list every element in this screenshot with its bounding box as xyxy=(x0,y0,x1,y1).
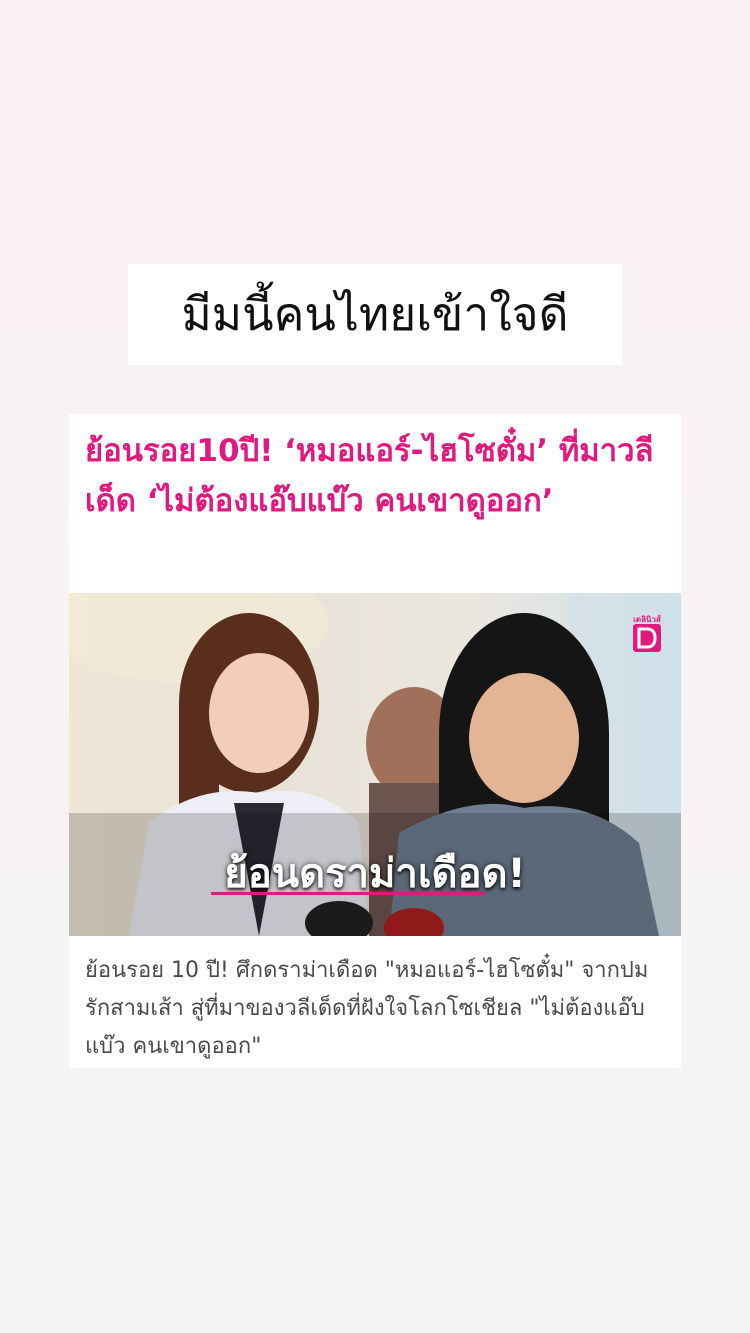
news-card[interactable]: ย้อนรอย10ปี! ‘หมอแอร์-ไฮโซตั๋ม’ ที่มาวลี… xyxy=(69,414,681,1068)
headline-text: มีมนี้คนไทยเข้าใจดี xyxy=(181,287,569,341)
image-caption: ย้อนดราม่าเดือด! xyxy=(224,851,526,897)
news-card-image[interactable]: เดลินิวส์ ย้อนดราม่าเดือด! xyxy=(69,593,681,936)
brand-logo: เดลินิวส์ xyxy=(629,613,665,659)
news-card-description: ย้อนรอย 10 ปี! ศึกดราม่าเดือด "หมอแอร์-ไ… xyxy=(85,958,649,1059)
headline-banner: มีมนี้คนไทยเข้าใจดี xyxy=(128,264,622,365)
caption-underline xyxy=(211,892,485,895)
brand-logo-icon xyxy=(633,624,661,652)
news-card-title[interactable]: ย้อนรอย10ปี! ‘หมอแอร์-ไฮโซตั๋ม’ ที่มาวลี… xyxy=(85,426,670,526)
